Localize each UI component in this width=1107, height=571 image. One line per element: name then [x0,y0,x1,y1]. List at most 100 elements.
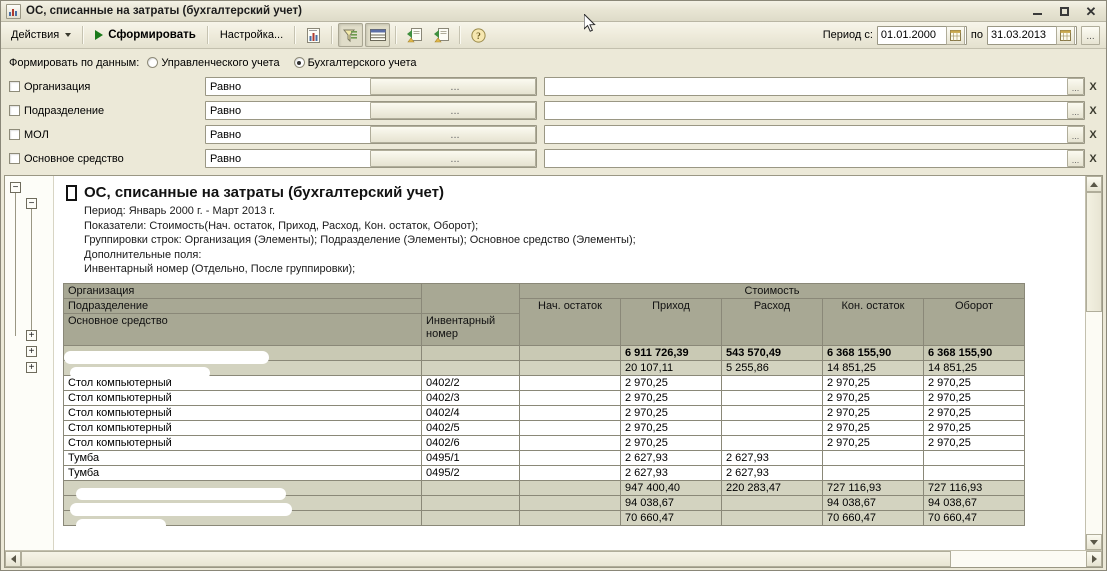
outline-expand-group-3[interactable]: + [26,362,37,373]
checkbox-icon [9,153,20,164]
filter-checkbox-subdivision[interactable]: Подразделение [9,105,205,117]
table-row[interactable]: Тумба 0495/1 2 627,93 2 627,93 [63,449,1025,466]
header-subdivision: Подразделение [63,297,422,314]
title-bar: ОС, списанные на затраты (бухгалтерский … [1,1,1106,22]
filter-comparison-mol[interactable]: Равно ... [205,125,537,144]
toolbar-separator [206,26,209,44]
cell-expense [721,374,823,391]
value-picker-icon[interactable]: ... [1067,126,1084,143]
period-to-input[interactable] [988,26,1056,44]
comparison-picker-icon[interactable]: ... [370,126,536,143]
period-more-button[interactable]: ... [1081,25,1100,45]
filter-checkbox-fixed-asset[interactable]: Основное средство [9,153,205,165]
period-to-field[interactable] [987,25,1077,45]
cell-opening [519,479,621,496]
filter-value-fixed-asset[interactable]: ... [544,149,1085,168]
filter-value-subdivision[interactable]: ... [544,101,1085,120]
value-picker-icon[interactable]: ... [1067,150,1084,167]
value-picker-icon[interactable]: ... [1067,78,1084,95]
table-row[interactable]: Стол компьютерный 0402/3 2 970,25 2 970,… [63,389,1025,406]
outline-collapse-level2[interactable]: − [26,198,37,209]
row-name: Стол компьютерный [63,404,422,421]
export-open-button[interactable] [429,23,454,47]
scroll-left-button[interactable] [5,551,21,567]
value-picker-icon[interactable]: ... [1067,102,1084,119]
row-inventory: 0495/2 [421,464,520,481]
filter-value-mol[interactable]: ... [544,125,1085,144]
clear-filter-icon[interactable]: X [1086,129,1100,141]
maximize-button[interactable] [1051,3,1077,20]
outline-expand-group-1[interactable]: + [26,330,37,341]
scroll-up-button[interactable] [1086,176,1102,192]
cell-turnover: 2 970,25 [923,374,1025,391]
checkbox-icon [9,129,20,140]
row-inventory: 0402/2 [421,374,520,391]
clear-filter-icon[interactable]: X [1086,153,1100,165]
comparison-picker-icon[interactable]: ... [370,150,536,167]
comparison-picker-icon[interactable]: ... [370,78,536,95]
vertical-scrollbar[interactable] [1085,176,1102,550]
filter-value-organization[interactable]: ... [544,77,1085,96]
report-sheet[interactable]: ОС, списанные на затраты (бухгалтерский … [54,176,1085,550]
calendar-icon[interactable] [945,25,965,45]
filter-checkbox-organization[interactable]: Организация [9,81,205,93]
cell-expense: 2 627,93 [721,449,823,466]
filter-value-input[interactable] [545,126,1067,143]
clear-filter-icon[interactable]: X [1086,81,1100,93]
report-title-row: ОС, списанные на затраты (бухгалтерский … [66,184,1085,201]
calendar-icon[interactable] [1056,25,1075,45]
actions-menu-button[interactable]: Действия [5,24,77,47]
radio-bookkeeping-accounting[interactable]: Бухгалтерского учета [293,57,417,69]
report-chart-button[interactable] [301,23,326,47]
minimize-button[interactable] [1024,3,1050,20]
cell-income: 6 911 726,39 [620,344,722,361]
table-row[interactable]: Стол компьютерный 0402/4 2 970,25 2 970,… [63,404,1025,421]
table-row[interactable]: Стол компьютерный 0402/5 2 970,25 2 970,… [63,419,1025,436]
row-inventory: 0402/6 [421,434,520,451]
toolbar-separator [294,26,297,44]
filter-value-input[interactable] [545,150,1067,167]
vertical-scroll-thumb[interactable] [1086,192,1102,312]
redaction-overlay [76,519,166,532]
filter-comparison-fixed-asset[interactable]: Равно ... [205,149,537,168]
scroll-down-button[interactable] [1086,534,1102,550]
row-inventory [421,494,520,511]
filter-checkbox-mol[interactable]: МОЛ [9,129,205,141]
vertical-scroll-track[interactable] [1086,192,1102,534]
report-chart-icon [307,27,321,43]
filter-row-organization: Организация Равно ... ... X [9,76,1100,97]
horizontal-scroll-track[interactable] [21,551,1086,567]
cell-turnover: 2 970,25 [923,419,1025,436]
filter-value-input[interactable] [545,102,1067,119]
outline-collapse-level1[interactable]: − [10,182,21,193]
table-row[interactable]: Стол компьютерный 0402/6 2 970,25 2 970,… [63,434,1025,451]
filter-comparison-organization[interactable]: Равно ... [205,77,537,96]
generate-button[interactable]: Сформировать [89,24,202,47]
period-from-input[interactable] [877,26,946,44]
comparison-value: Равно [210,104,242,117]
outline-expand-group-2[interactable]: + [26,346,37,357]
settings-button[interactable]: Настройка... [214,24,289,47]
comparison-picker-icon[interactable]: ... [370,102,536,119]
help-button[interactable]: ? [466,23,491,47]
header-inventory-number: Инвентарный номер [421,312,520,346]
radio-management-accounting[interactable]: Управленческого учета [147,57,280,69]
outline-line [31,204,32,336]
table-view-button[interactable] [365,23,391,47]
export-save-button[interactable] [402,23,427,47]
filter-button[interactable] [338,23,364,47]
cell-income: 2 970,25 [620,404,722,421]
filter-comparison-subdivision[interactable]: Равно ... [205,101,537,120]
scroll-right-button[interactable] [1086,551,1102,567]
table-row[interactable]: Тумба 0495/2 2 627,93 2 627,93 [63,464,1025,481]
horizontal-scrollbar[interactable] [5,550,1102,567]
horizontal-scroll-thumb[interactable] [21,551,951,567]
settings-panel: Формировать по данным: Управленческого у… [1,49,1106,175]
cell-turnover: 2 970,25 [923,389,1025,406]
filter-label: МОЛ [24,128,49,141]
period-from-field[interactable] [876,25,967,45]
filter-value-input[interactable] [545,78,1067,95]
clear-filter-icon[interactable]: X [1086,105,1100,117]
data-source-modes: Формировать по данным: Управленческого у… [9,54,1100,71]
close-button[interactable]: ✕ [1078,3,1104,20]
